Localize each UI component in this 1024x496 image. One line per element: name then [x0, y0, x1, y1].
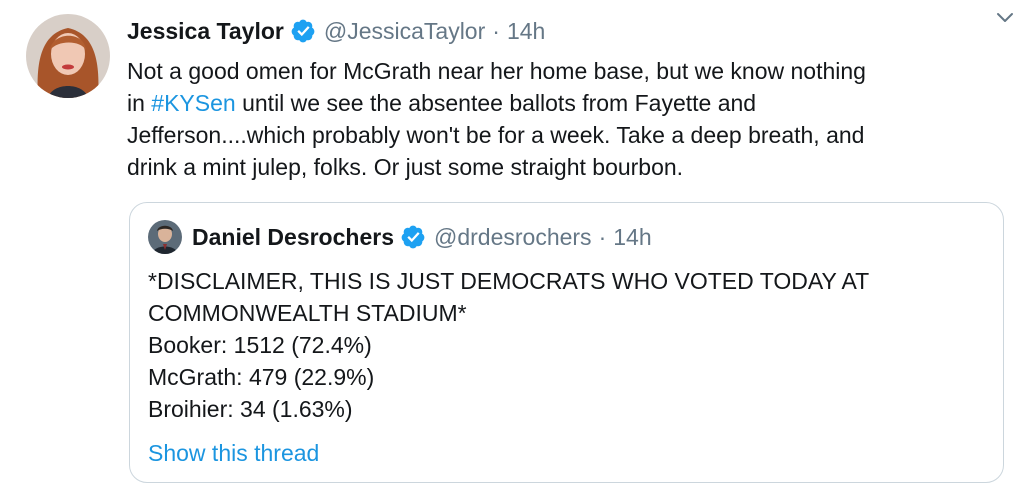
- quoted-tweet-text: *DISCLAIMER, THIS IS JUST DEMOCRATS WHO …: [148, 265, 869, 425]
- quoted-author-avatar[interactable]: [148, 220, 182, 254]
- tweet-text-line: Jefferson....which probably won't be for…: [127, 122, 865, 148]
- author-avatar[interactable]: [26, 14, 110, 98]
- tweet-text-fragment: until we see the absentee ballots from F…: [235, 90, 757, 116]
- quoted-text-line: McGrath: 479 (22.9%): [148, 364, 375, 390]
- chevron-down-icon[interactable]: [994, 6, 1016, 28]
- tweet-text-line: Not a good omen for McGrath near her hom…: [127, 58, 866, 84]
- tweet-text-fragment: in: [127, 90, 152, 116]
- quoted-tweet-header: Daniel Desrochers @drdesrochers · 14h: [148, 220, 652, 254]
- separator-dot: ·: [598, 223, 607, 250]
- verified-badge-icon: [290, 18, 316, 44]
- quoted-author-name[interactable]: Daniel Desrochers: [192, 224, 394, 251]
- quoted-text-line: COMMONWEALTH STADIUM*: [148, 300, 467, 326]
- tweet-body: Jessica Taylor @JessicaTaylor · 14h Not …: [127, 14, 1007, 183]
- show-thread-link[interactable]: Show this thread: [148, 437, 319, 469]
- tweet-text-line: in #KYSen until we see the absentee ball…: [127, 87, 997, 119]
- quoted-tweet-timestamp[interactable]: 14h: [613, 224, 651, 251]
- quoted-text-line: *DISCLAIMER, THIS IS JUST DEMOCRATS WHO …: [148, 268, 870, 294]
- hashtag-link[interactable]: #KYSen: [151, 90, 235, 116]
- tweet-text-line: drink a mint julep, folks. Or just some …: [127, 154, 684, 180]
- verified-badge-icon: [400, 224, 426, 250]
- quoted-tweet-card[interactable]: Daniel Desrochers @drdesrochers · 14h *D…: [129, 202, 1004, 483]
- quoted-text-line: Booker: 1512 (72.4%): [148, 332, 372, 358]
- quoted-author-handle[interactable]: @drdesrochers: [434, 224, 592, 251]
- tweet-header: Jessica Taylor @JessicaTaylor · 14h: [127, 14, 1007, 48]
- separator-dot: ·: [492, 17, 500, 44]
- quoted-text-line: Broihier: 34 (1.63%): [148, 396, 353, 422]
- tweet[interactable]: Jessica Taylor @JessicaTaylor · 14h Not …: [0, 0, 1024, 496]
- tweet-timestamp[interactable]: 14h: [507, 18, 545, 45]
- author-handle[interactable]: @JessicaTaylor: [324, 18, 485, 45]
- author-name[interactable]: Jessica Taylor: [127, 18, 284, 45]
- tweet-text: Not a good omen for McGrath near her hom…: [127, 55, 997, 183]
